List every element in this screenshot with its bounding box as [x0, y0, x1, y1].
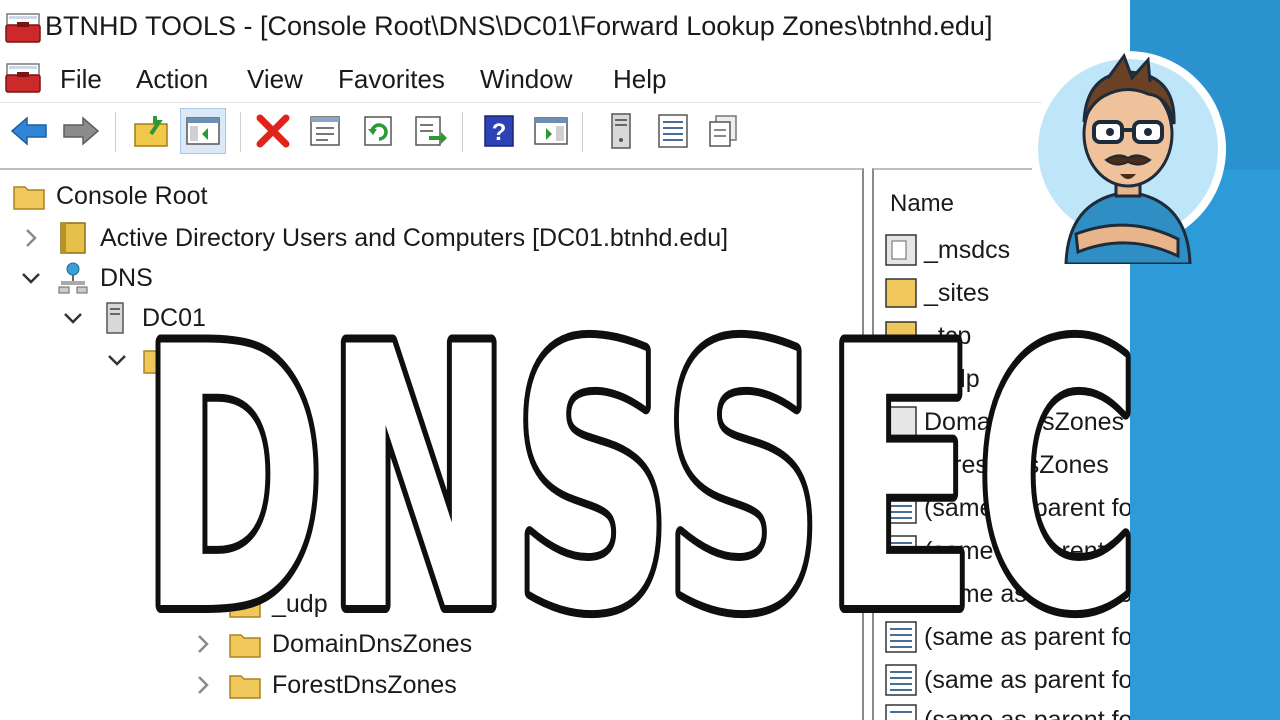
list-item[interactable]: DomainDnsZones	[884, 402, 1124, 442]
list-item[interactable]: _udp	[884, 359, 980, 399]
chevron-right-icon[interactable]	[190, 672, 216, 698]
chevron-right-icon[interactable]	[190, 631, 216, 657]
export-list-button[interactable]	[408, 108, 454, 154]
action-pane-icon	[534, 117, 568, 145]
chevron-down-icon[interactable]	[104, 347, 130, 373]
action-pane-button[interactable]	[528, 108, 574, 154]
tree-item-udp[interactable]: _udp	[190, 584, 328, 624]
back-icon	[10, 116, 47, 146]
forward-button[interactable]	[58, 108, 104, 154]
up-one-level-button[interactable]	[128, 108, 174, 154]
help-button[interactable]: ?	[476, 108, 522, 154]
back-button[interactable]	[6, 108, 52, 154]
menu-favorites[interactable]: Favorites	[338, 64, 445, 95]
menu-window[interactable]: Window	[480, 64, 572, 95]
record-icon	[884, 664, 918, 696]
tree-item-label: Active Directory Users and Computers [DC…	[100, 223, 729, 252]
dns-globe-icon	[56, 262, 90, 294]
folder-icon	[884, 277, 918, 309]
list-item[interactable]: _msdcs	[884, 230, 1010, 270]
folder-icon	[142, 344, 176, 376]
tree-item-forest-dns-zones[interactable]: ForestDnsZones	[190, 665, 457, 705]
cartoon-avatar	[1030, 51, 1226, 264]
delegated-zone-icon	[884, 406, 918, 438]
show-hide-tree-button[interactable]	[180, 108, 226, 154]
chevron-right-icon[interactable]	[18, 225, 44, 251]
tree-item-console-root[interactable]: Console Root	[12, 176, 207, 216]
tree-item-label: Console Root	[56, 181, 208, 210]
chevron-down-icon[interactable]	[18, 265, 44, 291]
forward-icon	[63, 116, 100, 146]
record-icon	[884, 492, 918, 524]
copy-icon	[709, 115, 737, 147]
refresh-button[interactable]	[356, 108, 402, 154]
folder-icon	[12, 180, 46, 212]
address-book-icon	[56, 222, 90, 254]
server-icon	[611, 113, 631, 149]
folder-icon	[228, 588, 262, 620]
list-item-label: DomainDnsZones	[924, 407, 1125, 436]
list-item[interactable]: _sites	[884, 273, 989, 313]
list-item-label: _udp	[924, 364, 980, 393]
record-icon	[884, 704, 918, 720]
menu-help[interactable]: Help	[613, 64, 666, 95]
list-item-label: ForestDnsZones	[924, 450, 1109, 479]
menu-action[interactable]: Action	[136, 64, 208, 95]
tree-item-label: DNS	[100, 263, 153, 292]
tree-item-label: DomainDnsZones	[272, 629, 473, 658]
list-item-label: _sites	[924, 278, 990, 307]
window-title: BTNHD TOOLS - [Console Root\DNS\DC01\For…	[45, 11, 993, 41]
export-list-icon	[415, 116, 447, 146]
record-icon	[884, 578, 918, 610]
delegated-zone-icon	[884, 234, 918, 266]
tree-item-label: ForestDnsZones	[272, 670, 457, 699]
tree-item-dc01[interactable]: DC01	[60, 298, 206, 338]
list-item-label: _tcp	[924, 321, 972, 350]
folder-icon	[228, 628, 262, 660]
system-menu-icon[interactable]	[5, 60, 41, 94]
delegated-zone-icon	[884, 449, 918, 481]
column-header-name[interactable]: Name	[890, 190, 954, 218]
list-view-button[interactable]	[650, 108, 696, 154]
tree-item-label: DC01	[142, 303, 206, 332]
refresh-icon	[364, 116, 392, 146]
folder-icon	[228, 669, 262, 701]
tree-item-domain-dns-zones[interactable]: DomainDnsZones	[190, 624, 472, 664]
title-bar: BTNHD TOOLS - [Console Root\DNS\DC01\For…	[0, 0, 1130, 56]
tree-item-dns[interactable]: DNS	[18, 258, 153, 298]
list-item[interactable]: ForestDnsZones	[884, 445, 1109, 485]
record-icon	[884, 535, 918, 567]
list-icon	[658, 114, 688, 148]
menu-file[interactable]: File	[60, 64, 102, 95]
folder-icon	[884, 320, 918, 352]
menu-view[interactable]: View	[247, 64, 303, 95]
help-icon: ?	[484, 115, 514, 147]
tree-item-forward-lookup-zones[interactable]	[104, 340, 186, 380]
chevron-down-icon[interactable]	[60, 305, 86, 331]
show-hide-tree-icon	[186, 117, 220, 145]
delete-button[interactable]	[250, 108, 296, 154]
tree-item-label: _udp	[272, 589, 328, 618]
record-icon	[884, 621, 918, 653]
tree-item-active-directory[interactable]: Active Directory Users and Computers [DC…	[18, 218, 728, 258]
properties-icon	[310, 116, 340, 146]
copy-button[interactable]	[700, 108, 746, 154]
chevron-right-icon[interactable]	[190, 591, 216, 617]
server-icon	[98, 302, 132, 334]
list-item[interactable]: _tcp	[884, 316, 971, 356]
svg-text:?: ?	[492, 119, 507, 146]
toolbox-icon	[5, 13, 41, 43]
folder-icon	[884, 363, 918, 395]
up-folder-icon	[134, 116, 168, 147]
list-item-label: _msdcs	[924, 235, 1011, 264]
server-button[interactable]	[598, 108, 644, 154]
properties-button[interactable]	[302, 108, 348, 154]
delete-icon	[256, 114, 290, 148]
